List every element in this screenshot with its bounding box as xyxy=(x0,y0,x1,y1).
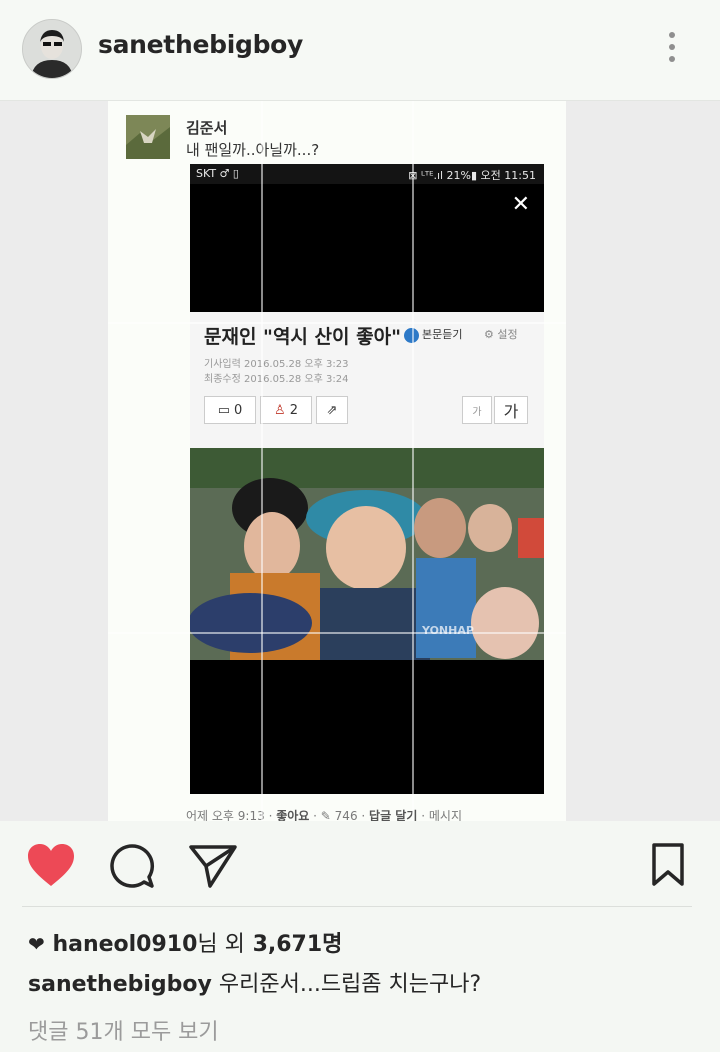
font-large-button: 가 xyxy=(494,396,528,424)
comment-time: 어제 오후 9:13 xyxy=(186,809,265,821)
thumbs-up-icon: ♙ xyxy=(274,402,286,418)
heart-icon[interactable] xyxy=(26,842,76,892)
more-vertical-icon[interactable] xyxy=(662,32,682,66)
comment-count: 0 xyxy=(234,402,243,418)
likes-summary[interactable]: ❤ haneol0910님 외 3,671명 xyxy=(28,926,342,958)
likes-count: 3,671 xyxy=(252,932,323,957)
comment-like: 좋아요 xyxy=(276,809,310,821)
photo-watermark: YONHAP xyxy=(422,624,474,637)
post-image[interactable]: 김준서 내 팬일까..아닐까...? SKT ♂ ▯ ⊠ ᴸᵀᴱ.ıl 21%▮… xyxy=(0,101,720,821)
avatar[interactable] xyxy=(22,19,82,79)
grid-line xyxy=(108,632,566,634)
bookmark-icon[interactable] xyxy=(650,842,700,892)
article-header: 문재인 "역시 산이 좋아" 본문듣기 ⚙ 설정 기사입력 2016.05.28… xyxy=(190,312,544,448)
status-bar: SKT ♂ ▯ ⊠ ᴸᵀᴱ.ıl 21%▮ 오전 11:51 xyxy=(190,164,544,184)
send-icon[interactable] xyxy=(188,842,238,892)
comment-message: 메시지 xyxy=(428,809,462,821)
comment-small-icon: ▭ xyxy=(217,402,230,418)
post-header: sanethebigboy xyxy=(0,0,720,101)
comment-footer: 어제 오후 9:13 · 좋아요 · ✎ 746 · 답글 달기 · 메시지 xyxy=(186,809,462,821)
screenshot-card: 김준서 내 팬일까..아닐까...? SKT ♂ ▯ ⊠ ᴸᵀᴱ.ıl 21%▮… xyxy=(108,101,566,821)
settings-label: ⚙ 설정 xyxy=(484,328,518,341)
carrier-label: SKT ♂ ▯ xyxy=(196,167,239,180)
share-small-icon: ⇗ xyxy=(316,396,348,424)
comment-count-button: ▭ 0 xyxy=(204,396,256,424)
like-count-button: ♙ 2 xyxy=(260,396,312,424)
close-icon: ✕ xyxy=(511,192,530,217)
heart-small-icon: ❤ xyxy=(28,932,45,956)
status-right: ⊠ ᴸᵀᴱ.ıl 21%▮ 오전 11:51 xyxy=(408,169,536,182)
listen-label: 본문듣기 xyxy=(422,328,463,341)
action-bar xyxy=(0,822,720,906)
commenter-avatar xyxy=(126,115,170,159)
profile-avatar-image xyxy=(23,20,81,78)
caption-username[interactable]: sanethebigboy xyxy=(28,972,212,997)
caption-text: 우리준서...드립좀 치는구나? xyxy=(218,972,482,997)
header-username[interactable]: sanethebigboy xyxy=(98,30,303,59)
divider xyxy=(22,906,692,907)
article-photo: YONHAP xyxy=(190,448,544,660)
comment-text: 내 팬일까..아닐까...? xyxy=(186,141,320,159)
likes-suffix: 님 외 xyxy=(197,932,245,957)
view-all-comments-link[interactable]: 댓글 51개 모두 보기 xyxy=(28,1014,219,1046)
likes-unit: 명 xyxy=(322,932,343,957)
comment-reply: 답글 달기 xyxy=(369,809,418,821)
published-date: 기사입력 2016.05.28 오후 3:23 xyxy=(204,359,349,370)
comment-like-count: 746 xyxy=(334,809,358,821)
font-small-button: 가 xyxy=(462,396,492,424)
phone-screenshot: SKT ♂ ▯ ⊠ ᴸᵀᴱ.ıl 21%▮ 오전 11:51 ✕ 문재인 "역시… xyxy=(190,164,544,794)
liker-username[interactable]: haneol0910 xyxy=(52,932,197,957)
like-count: 2 xyxy=(289,402,298,418)
caption: sanethebigboy 우리준서...드립좀 치는구나? xyxy=(28,966,481,998)
grid-line xyxy=(108,322,566,324)
grid-line xyxy=(412,101,414,821)
article-title: 문재인 "역시 산이 좋아" xyxy=(204,326,401,348)
grid-line xyxy=(261,101,263,821)
comment-icon[interactable] xyxy=(108,842,158,892)
commenter-name: 김준서 xyxy=(186,119,228,137)
modified-date: 최종수정 2016.05.28 오후 3:24 xyxy=(204,374,349,385)
